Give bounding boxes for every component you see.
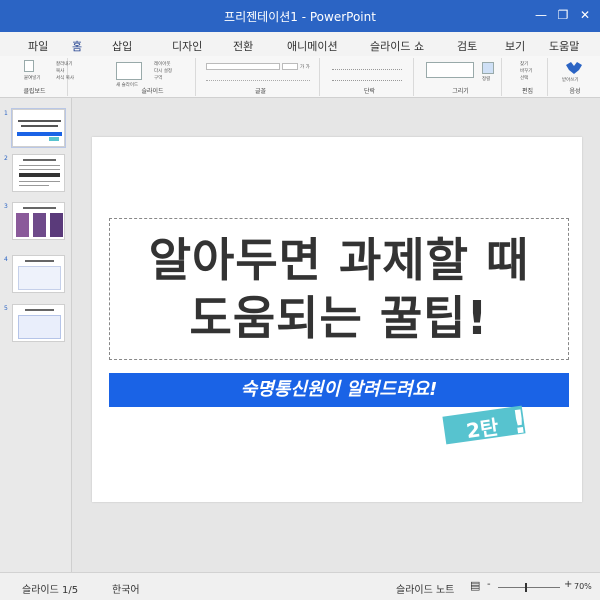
group-label-font: 글꼴 — [254, 88, 267, 95]
tab-help[interactable]: 도움말 — [549, 38, 579, 54]
copy-button[interactable]: 복사 — [56, 68, 64, 74]
normal-view-icon[interactable]: ▤ — [470, 579, 480, 592]
window-title: 프리젠테이션1 - PowerPoint — [224, 10, 376, 24]
arrange-icon[interactable] — [482, 62, 494, 74]
slide-canvas[interactable]: 알아두면 과제할 때 도움되는 꿀팁! 숙명통신원이 알려드려요! 2탄 ! — [92, 137, 582, 502]
replace-button[interactable]: 바꾸기 — [520, 68, 532, 74]
slide-thumbnail-5[interactable] — [12, 304, 65, 342]
group-drawing: 정렬 그리기 — [420, 58, 502, 96]
section-button[interactable]: 구역 — [154, 75, 162, 81]
language-indicator[interactable]: 한국어 — [112, 581, 140, 596]
layout-button[interactable]: 레이아웃 — [154, 61, 171, 67]
thumb-number: 4 — [4, 256, 8, 263]
group-label-voice: 음성 — [569, 88, 581, 95]
group-label-paragraph: 단락 — [363, 88, 376, 95]
tab-animations[interactable]: 애니메이션 — [287, 38, 338, 54]
new-slide-icon[interactable] — [116, 62, 142, 80]
select-button[interactable]: 선택 — [520, 75, 528, 81]
slide-title-line-1: 알아두면 과제할 때 — [148, 233, 530, 287]
group-label-clipboard: 클립보드 — [23, 88, 46, 95]
tab-file[interactable]: 파일 — [28, 38, 48, 54]
align-buttons[interactable] — [332, 74, 402, 81]
group-clipboard: 붙여넣기 잘라내기 복사 서식 복사 클립보드 — [2, 58, 74, 96]
find-button[interactable]: 찾기 — [520, 61, 528, 67]
zoom-slider-thumb[interactable] — [525, 583, 527, 592]
paste-button[interactable]: 붙여넣기 — [24, 75, 41, 81]
tab-view[interactable]: 보기 — [505, 38, 525, 54]
group-voice: 받아쓰기 음성 — [552, 58, 598, 96]
group-label-drawing: 그리기 — [452, 88, 469, 95]
font-name-box[interactable] — [206, 63, 280, 70]
paste-icon[interactable] — [24, 60, 34, 72]
thumb-number: 3 — [4, 203, 8, 210]
tab-home[interactable]: 홈 — [69, 38, 85, 59]
shapes-gallery[interactable] — [426, 62, 474, 78]
tab-insert[interactable]: 삽입 — [112, 38, 132, 54]
restore-icon[interactable]: ❐ — [554, 7, 572, 23]
thumb-number: 1 — [4, 110, 8, 117]
group-editing: 찾기 바꾸기 선택 편집 — [508, 58, 548, 96]
tab-transitions[interactable]: 전환 — [233, 38, 253, 54]
group-slides: 새 슬라이드 레이아웃 다시 설정 구역 슬라이드 — [110, 58, 196, 96]
thumb-number: 2 — [4, 155, 8, 162]
slide-counter: 슬라이드 1/5 — [22, 585, 79, 596]
episode-badge[interactable]: 2탄 ! — [442, 402, 544, 445]
slide-thumbnail-2[interactable] — [12, 154, 65, 192]
subtitle-banner[interactable]: 숙명통신원이 알려드려요! — [109, 373, 569, 407]
cut-button[interactable]: 잘라내기 — [56, 61, 73, 67]
dictate-button[interactable]: 받아쓰기 — [562, 77, 579, 83]
badge-exclamation: ! — [509, 402, 530, 442]
group-label-editing: 편집 — [521, 88, 534, 95]
close-icon[interactable]: ✕ — [576, 7, 594, 23]
font-size-box[interactable] — [282, 63, 298, 70]
dictate-icon[interactable] — [565, 61, 583, 75]
slide-thumbnail-4[interactable] — [12, 255, 65, 293]
minimize-icon[interactable]: — — [532, 7, 550, 23]
notes-button[interactable]: 슬라이드 노트 — [396, 581, 454, 596]
list-buttons[interactable] — [332, 63, 402, 70]
zoom-out-icon[interactable]: - — [487, 579, 491, 590]
arrange-button[interactable]: 정렬 — [482, 76, 490, 82]
slide-title-line-2: 도움되는 꿀팁! — [189, 291, 489, 345]
font-formatting-row[interactable] — [206, 74, 310, 81]
title-bar: 프리젠테이션1 - PowerPoint — ❐ ✕ — [0, 0, 600, 32]
ribbon-tabs: 파일 홈 삽입 디자인 전환 애니메이션 슬라이드 쇼 검토 보기 도움말 — [0, 32, 600, 59]
slide-thumbnail-3[interactable] — [12, 202, 65, 240]
slide-thumbnail-1[interactable] — [12, 109, 65, 147]
reset-button[interactable]: 다시 설정 — [154, 68, 172, 74]
tab-slideshow[interactable]: 슬라이드 쇼 — [370, 38, 424, 54]
status-bar: 슬라이드 1/5 한국어 슬라이드 노트 ▤ - + 70% — [0, 572, 600, 600]
zoom-level[interactable]: 70% — [574, 582, 592, 591]
zoom-slider[interactable] — [498, 587, 560, 588]
tab-review[interactable]: 검토 — [457, 38, 477, 54]
thumb-number: 5 — [4, 305, 8, 312]
tab-design[interactable]: 디자인 — [172, 38, 202, 54]
title-placeholder[interactable]: 알아두면 과제할 때 도움되는 꿀팁! — [109, 218, 569, 360]
format-painter-button[interactable]: 서식 복사 — [56, 75, 74, 81]
badge-text: 2탄 — [464, 414, 501, 444]
group-font: 가 가 글꼴 — [202, 58, 320, 96]
group-label-slides: 슬라이드 — [141, 88, 164, 95]
slide-thumbnail-panel: 1 2 3 4 5 — [0, 98, 72, 572]
zoom-in-icon[interactable]: + — [564, 579, 572, 590]
font-grow-shrink[interactable]: 가 가 — [300, 64, 310, 70]
group-paragraph: 단락 — [326, 58, 414, 96]
ribbon: 붙여넣기 잘라내기 복사 서식 복사 클립보드 새 슬라이드 레이아웃 다시 설… — [0, 56, 600, 98]
